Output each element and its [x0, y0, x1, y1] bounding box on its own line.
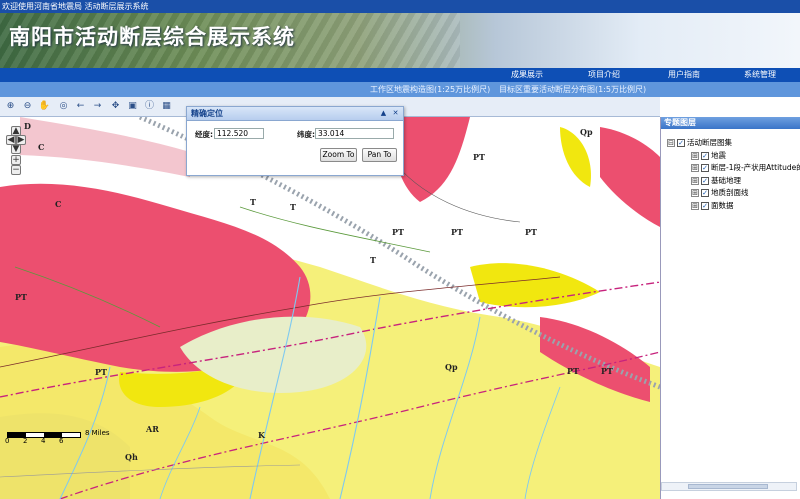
map-label-pt-7: PT — [567, 366, 579, 376]
map-label-qp-1: Qh — [125, 452, 138, 462]
layer-basemap-checkbox[interactable]: ✓ — [701, 177, 709, 185]
locate-dialog-title: 精确定位 — [191, 109, 223, 118]
map-label-pt-1: PT — [15, 292, 27, 302]
map-label-d: D — [24, 121, 31, 131]
expand-tree-icon[interactable]: ⊞ — [691, 177, 699, 185]
layer-earthquake-label: 地震 — [711, 151, 726, 160]
map-label-qp-2: Qp — [445, 362, 458, 372]
scale-bar: 0 2 4 6 8 Miles — [5, 429, 127, 445]
map-label-pt-5: PT — [525, 227, 537, 237]
map-label-pt-4: PT — [451, 227, 463, 237]
close-icon[interactable]: ✕ — [391, 109, 400, 118]
map-label-pt-6: PT — [95, 367, 107, 377]
layer-item-polygons[interactable]: ⊞ ✓ 面数据 — [691, 200, 734, 211]
collapse-tree-icon[interactable]: ⊟ — [667, 139, 675, 147]
locate-icon[interactable]: ▦ — [160, 100, 173, 113]
map-label-ar: PT — [601, 366, 613, 376]
full-extent-icon[interactable]: ◎ — [57, 100, 70, 113]
map-label-qh: K — [258, 430, 265, 440]
layer-root-checkbox[interactable]: ✓ — [677, 139, 685, 147]
expand-tree-icon[interactable]: ⊞ — [691, 189, 699, 197]
scale-label-8: 8 Miles — [85, 429, 110, 437]
layer-panel: 专题图层 ⊟ ✓ 活动断层图集 ⊞ ✓ 地震 ⊞ ✓ 断层-1段-产状用Attitude的 … — [660, 117, 800, 499]
collapse-icon[interactable]: ▲ — [379, 109, 388, 118]
longitude-label: 经度: — [195, 130, 213, 139]
layer-panel-title: 专题图层 — [661, 117, 800, 129]
layer-profile-checkbox[interactable]: ✓ — [701, 189, 709, 197]
map-label-c-1: C — [38, 142, 45, 152]
map-label-t-2: T — [290, 202, 296, 212]
map-label-t-1: T — [250, 197, 256, 207]
scale-label-6: 6 — [59, 437, 64, 445]
layer-panel-scrollbar[interactable] — [661, 482, 797, 491]
layer-item-fault[interactable]: ⊞ ✓ 断层-1段-产状用Attitude的 — [691, 162, 800, 173]
zoom-plus-button[interactable]: + — [11, 155, 21, 165]
layer-earthquake-checkbox[interactable]: ✓ — [701, 152, 709, 160]
map-label-c-2: C — [55, 199, 62, 209]
layer-profile-label: 地质剖面线 — [711, 188, 749, 197]
scale-label-4: 4 — [41, 437, 46, 445]
subnav-seismotectonic-map[interactable]: 工作区地震构造图(1:25万比例尺) — [370, 82, 490, 97]
nav-user-guide[interactable]: 用户指南 — [668, 68, 700, 82]
banner: 南阳市活动断层综合展示系统 — [0, 13, 800, 68]
longitude-input[interactable] — [214, 128, 264, 139]
map-label-k: AR — [146, 424, 159, 434]
welcome-strip: 欢迎使用河南省地震局 活动断层展示系统 — [0, 0, 800, 13]
nav-system-admin[interactable]: 系统管理 — [744, 68, 776, 82]
zoom-minus-button[interactable]: − — [11, 165, 21, 175]
latitude-label: 纬度: — [297, 130, 315, 139]
back-arrow-icon[interactable]: ← — [74, 100, 87, 113]
layer-root-label: 活动断层图集 — [687, 138, 732, 147]
identify-icon[interactable]: ⓘ — [143, 100, 156, 113]
zoom-out-icon[interactable]: ⊖ — [21, 100, 34, 113]
sub-nav: 工作区地震构造图(1:25万比例尺) 目标区重要活动断层分布图(1:5万比例尺) — [0, 82, 800, 97]
layer-item-basemap[interactable]: ⊞ ✓ 基础地理 — [691, 175, 741, 186]
nav-results[interactable]: 成果展示 — [511, 68, 543, 82]
layer-item-profile[interactable]: ⊞ ✓ 地质剖面线 — [691, 187, 749, 198]
map-label-q2: Qp — [580, 127, 593, 137]
layer-polygons-checkbox[interactable]: ✓ — [701, 202, 709, 210]
layer-root[interactable]: ⊟ ✓ 活动断层图集 — [667, 137, 732, 148]
pan-down-icon[interactable]: ▼ — [11, 144, 21, 154]
pan-to-button[interactable]: Pan To — [362, 148, 397, 162]
scale-label-2: 2 — [23, 437, 28, 445]
layer-basemap-label: 基础地理 — [711, 176, 741, 185]
layer-fault-label: 断层-1段-产状用Attitude的 — [711, 163, 800, 172]
expand-tree-icon[interactable]: ⊞ — [691, 164, 699, 172]
system-title: 南阳市活动断层综合展示系统 — [9, 25, 295, 49]
layer-fault-checkbox[interactable]: ✓ — [701, 164, 709, 172]
map-label-t-3: T — [370, 255, 376, 265]
zoom-in-icon[interactable]: ⊕ — [4, 100, 17, 113]
map-label-pt-2: PT — [473, 152, 485, 162]
nav-project-intro[interactable]: 项目介绍 — [588, 68, 620, 82]
scrollbar-thumb[interactable] — [688, 484, 768, 489]
pan-hand-icon[interactable]: ✋ — [38, 100, 51, 113]
locate-dialog-header[interactable]: 精确定位 ▲ ✕ — [187, 107, 403, 121]
map-label-pt-3: PT — [392, 227, 404, 237]
measure-icon[interactable]: ✥ — [109, 100, 122, 113]
expand-tree-icon[interactable]: ⊞ — [691, 152, 699, 160]
scale-label-0: 0 — [5, 437, 10, 445]
latitude-input[interactable] — [315, 128, 394, 139]
main-nav: 成果展示 项目介绍 用户指南 系统管理 — [0, 68, 800, 82]
forward-arrow-icon[interactable]: → — [91, 100, 104, 113]
layer-polygons-label: 面数据 — [711, 201, 734, 210]
subnav-active-fault-map[interactable]: 目标区重要活动断层分布图(1:5万比例尺) — [499, 82, 646, 97]
expand-tree-icon[interactable]: ⊞ — [691, 202, 699, 210]
locate-dialog: 精确定位 ▲ ✕ 经度: 纬度: Zoom To Pan To — [186, 106, 404, 176]
zoom-to-button[interactable]: Zoom To — [320, 148, 357, 162]
layer-item-earthquake[interactable]: ⊞ ✓ 地震 — [691, 150, 726, 161]
print-icon[interactable]: ▣ — [126, 100, 139, 113]
